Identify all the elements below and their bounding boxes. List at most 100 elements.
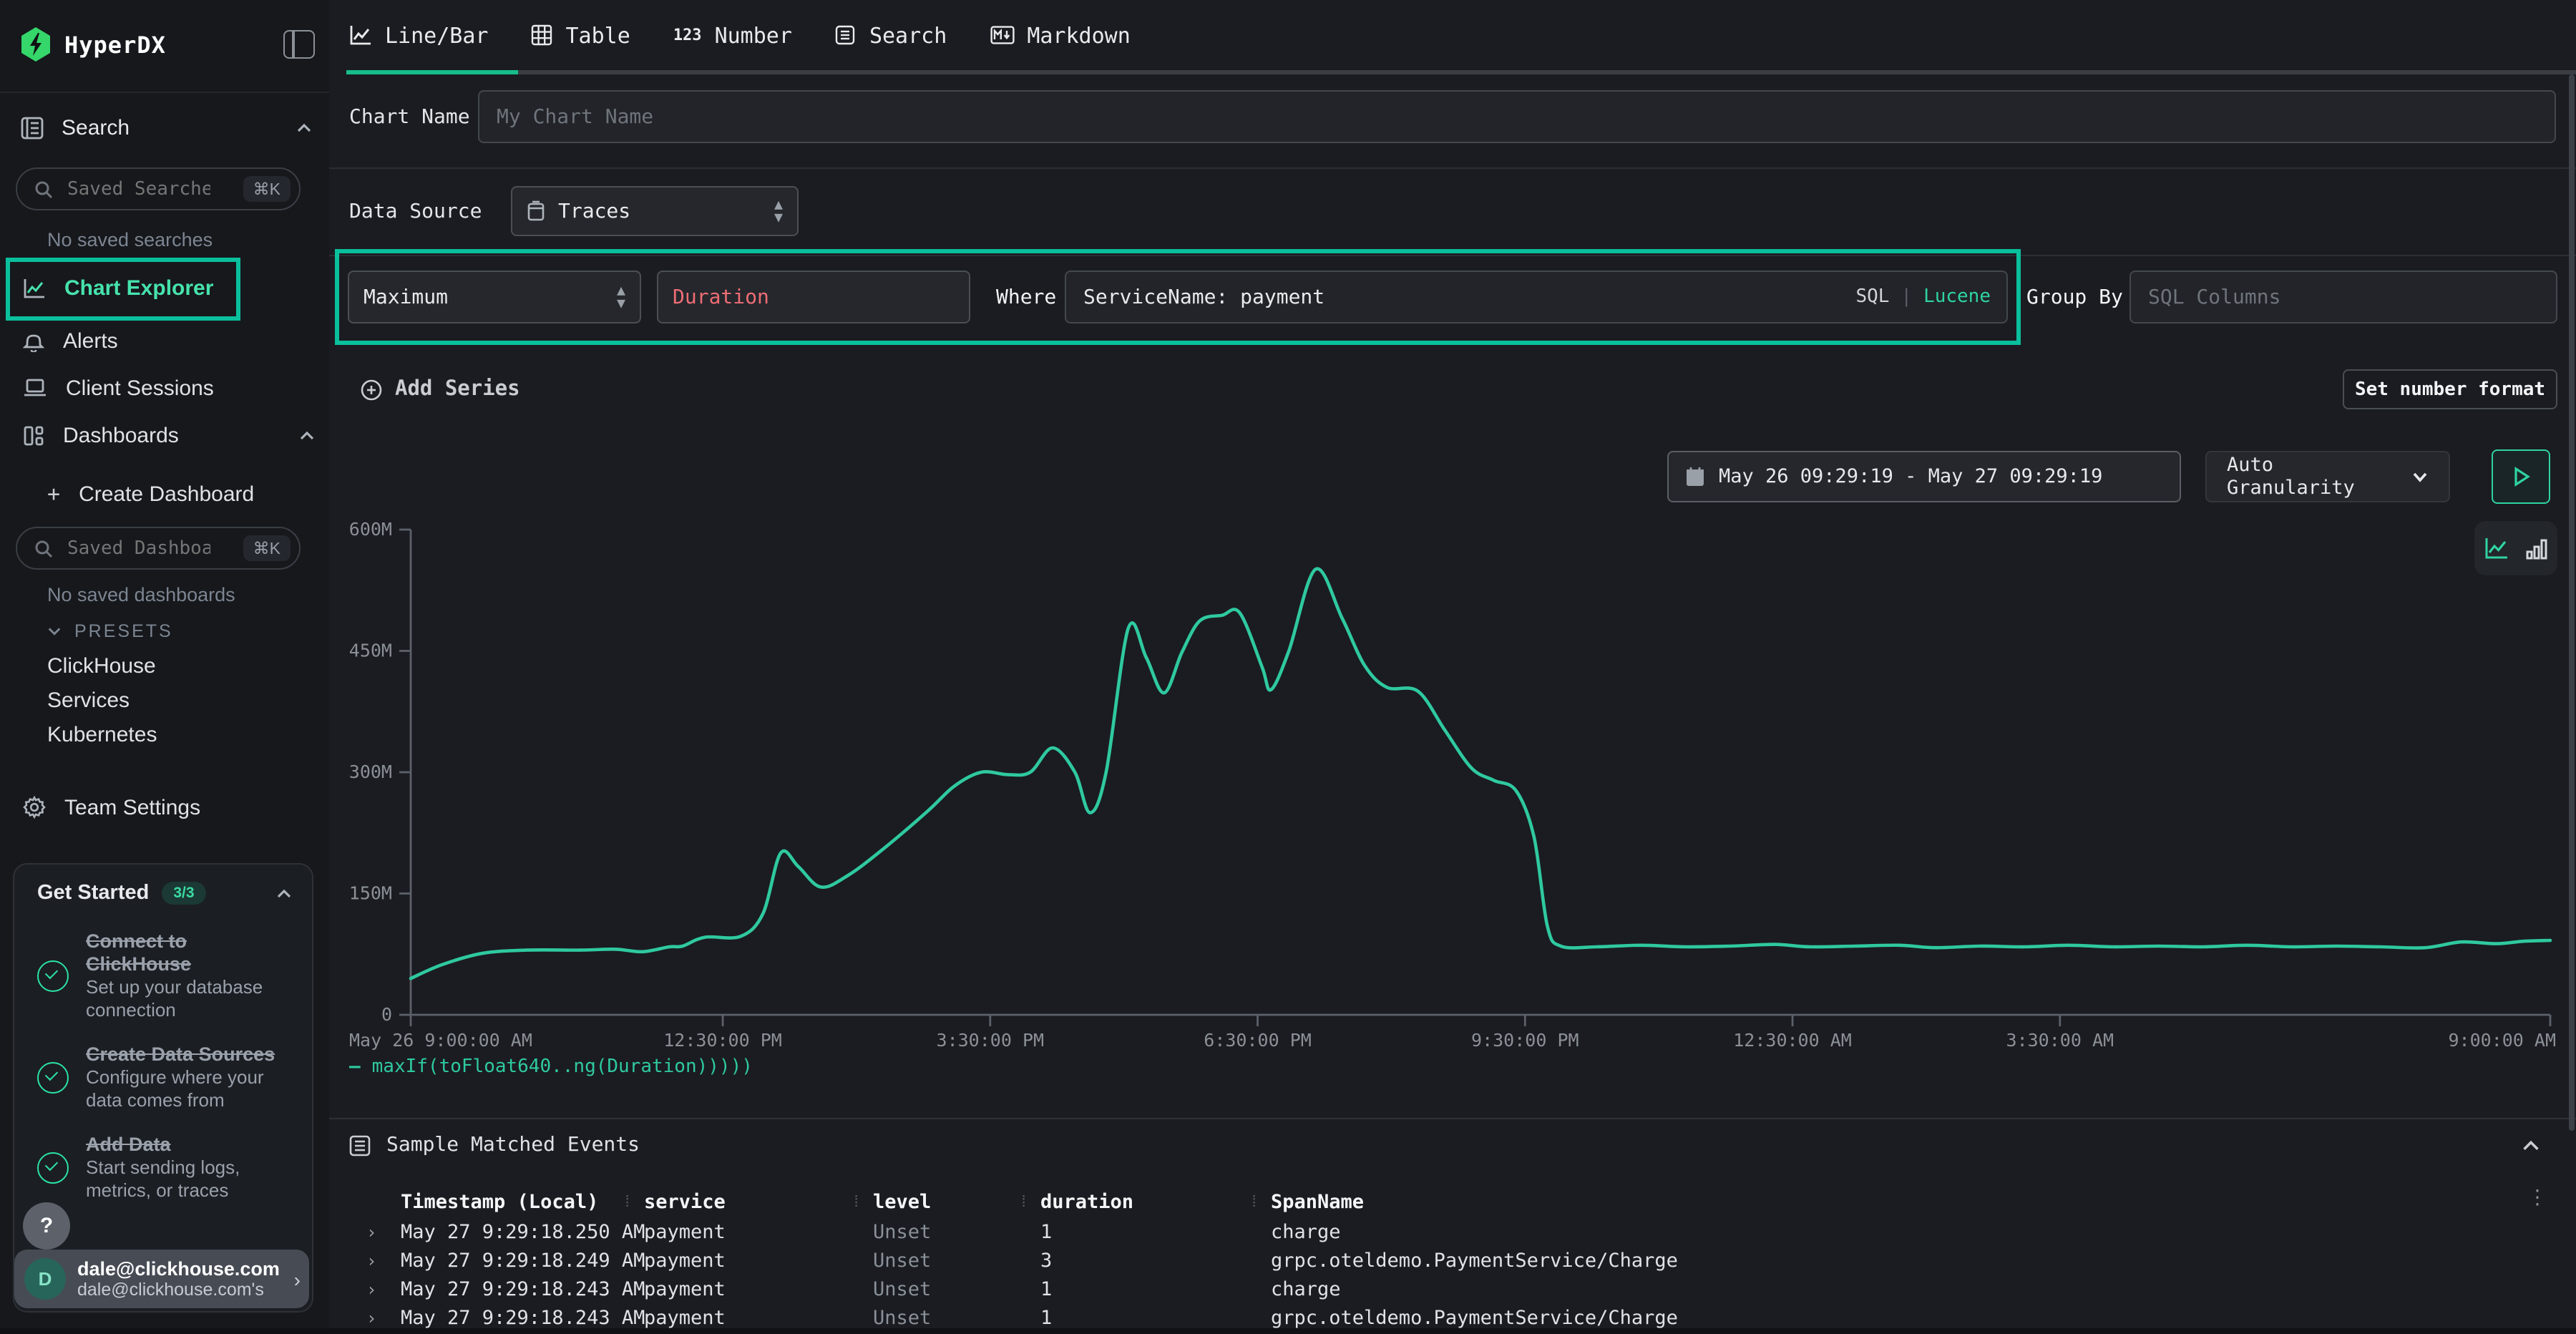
get-started-item-connect-to-clickhouse[interactable]: Connect to ClickHouseSet up your databas… [14, 919, 312, 1032]
tab-search[interactable]: Search [835, 22, 947, 48]
avatar: D [24, 1258, 66, 1300]
chart-name-label: Chart Name [349, 106, 470, 129]
shortcut-badge: ⌘K [243, 176, 291, 202]
calendar-icon [1686, 467, 1704, 487]
saved-dashboards-input[interactable]: ⌘K [16, 527, 301, 570]
tab-markdown[interactable]: Markdown [990, 22, 1131, 48]
presets-section-toggle[interactable]: PRESETS [47, 621, 173, 641]
search-icon [34, 180, 53, 198]
cell-level: Unset [873, 1278, 931, 1301]
cell-span_name: charge [1271, 1278, 1341, 1301]
cell-duration: 1 [1040, 1307, 1052, 1330]
event-row[interactable]: ›May 27 9:29:18.249 AMpaymentUnset3grpc.… [329, 1248, 2556, 1277]
search-doc-icon [835, 24, 857, 46]
expand-row-icon[interactable]: › [366, 1308, 376, 1328]
get-started-item-add-data[interactable]: Add DataStart sending logs, metrics, or … [14, 1122, 312, 1212]
divider [329, 167, 2576, 169]
tab-label: Line/Bar [385, 22, 489, 48]
events-panel-header[interactable]: Sample Matched Events [349, 1134, 640, 1157]
collapse-panel-icon[interactable] [2522, 1136, 2540, 1155]
table-options-icon[interactable]: ⋮ [2527, 1194, 2547, 1202]
cell-service: payment [644, 1307, 726, 1330]
timeseries-chart[interactable]: 0150M300M450M600MMay 26 9:00:00 AM12:30:… [329, 508, 2576, 1073]
cell-level: Unset [873, 1250, 931, 1272]
preset-item-clickhouse[interactable]: ClickHouse [47, 654, 156, 678]
tab-number[interactable]: 123Number [673, 22, 792, 48]
group-by-input[interactable] [2129, 271, 2557, 323]
sidebar-item-team-settings[interactable]: Team Settings [23, 787, 315, 827]
collapse-sidebar-icon[interactable] [283, 30, 315, 59]
event-row[interactable]: ›May 27 9:29:18.243 AMpaymentUnset1grpc.… [329, 1305, 2556, 1334]
create-dashboard-button[interactable]: + Create Dashboard [47, 474, 315, 514]
x-axis-tick-label: 12:30:00 PM [663, 1030, 782, 1051]
sidebar-search-label: Search [62, 115, 130, 140]
laptop-icon [23, 378, 47, 398]
event-row[interactable]: ›May 27 9:29:18.250 AMpaymentUnset1charg… [329, 1219, 2556, 1248]
column-header-service[interactable]: service [644, 1191, 726, 1214]
sidebar-section-search[interactable]: Search [20, 107, 312, 147]
saved-searches-input[interactable]: ⌘K [16, 167, 301, 210]
cell-timestamp: May 27 9:29:18.243 AM [401, 1278, 645, 1301]
view-tabs: Line/Bar Table 123Number Search Markdown [349, 0, 1131, 70]
divider [329, 1118, 2576, 1119]
column-drag-handle-icon[interactable]: ⁞ [1019, 1192, 1027, 1212]
column-header-level[interactable]: level [873, 1191, 931, 1214]
app-title: HyperDX [64, 31, 166, 58]
help-button[interactable]: ? [23, 1202, 70, 1250]
annotation-highlight-chart-explorer [6, 258, 240, 321]
shortcut-badge: ⌘K [243, 535, 291, 561]
column-drag-handle-icon[interactable]: ⁞ [1249, 1192, 1257, 1212]
sidebar: HyperDX Search ⌘K No saved searches [0, 0, 331, 1328]
get-started-item-text: Create Data SourcesConfigure where your … [86, 1043, 292, 1112]
expand-row-icon[interactable]: › [366, 1251, 376, 1271]
saved-searches-field[interactable] [64, 177, 213, 201]
data-source-select[interactable]: Traces ▲▼ [511, 186, 799, 236]
user-subtitle: dale@clickhouse.com's [77, 1279, 280, 1300]
plus-icon: + [47, 481, 60, 507]
sidebar-item-dashboards[interactable]: Dashboards [23, 415, 315, 455]
run-query-button[interactable] [2492, 449, 2550, 504]
app-logo[interactable]: HyperDX [20, 20, 315, 69]
add-series-label: Add Series [395, 378, 520, 401]
column-header-spanname[interactable]: SpanName [1271, 1191, 1364, 1214]
cell-level: Unset [873, 1307, 931, 1330]
event-row[interactable]: ›May 27 9:29:18.243 AMpaymentUnset1charg… [329, 1277, 2556, 1305]
search-icon [34, 539, 53, 558]
granularity-select[interactable]: Auto Granularity [2205, 451, 2450, 502]
journal-icon [20, 115, 44, 140]
bell-icon [23, 329, 44, 352]
database-icon [527, 200, 545, 222]
column-header-timestamp-local[interactable]: Timestamp (Local) [401, 1191, 598, 1214]
preset-item-services[interactable]: Services [47, 688, 130, 713]
user-menu[interactable]: D dale@clickhouse.com dale@clickhouse.co… [14, 1250, 309, 1308]
expand-row-icon[interactable]: › [366, 1222, 376, 1242]
tab-line-bar[interactable]: Line/Bar [349, 22, 489, 48]
get-started-item-description: Configure where your data comes from [86, 1066, 292, 1112]
sidebar-item-client-sessions[interactable]: Client Sessions [23, 368, 315, 408]
get-started-item-create-data-sources[interactable]: Create Data SourcesConfigure where your … [14, 1032, 312, 1122]
tab-label: Search [869, 22, 947, 48]
chevron-up-icon[interactable] [276, 885, 292, 901]
column-header-duration[interactable]: duration [1040, 1191, 1133, 1214]
sidebar-item-alerts[interactable]: Alerts [23, 321, 315, 361]
chart-name-input[interactable] [478, 90, 2556, 143]
line-chart-icon [349, 24, 372, 46]
expand-row-icon[interactable]: › [366, 1280, 376, 1300]
saved-dashboards-field[interactable] [64, 536, 213, 560]
add-series-button[interactable]: Add Series [361, 378, 520, 401]
tab-table[interactable]: Table [532, 22, 630, 48]
scrollbar[interactable] [2569, 74, 2575, 1131]
sidebar-item-label: Dashboards [63, 423, 179, 447]
column-drag-handle-icon[interactable]: ⁞ [623, 1192, 630, 1212]
preset-item-kubernetes[interactable]: Kubernetes [47, 723, 157, 747]
chevron-up-icon [296, 120, 312, 135]
date-range-picker[interactable]: May 26 09:29:19 - May 27 09:29:19 [1667, 451, 2181, 502]
number-icon: 123 [673, 26, 702, 44]
date-range-value: May 26 09:29:19 - May 27 09:29:19 [1719, 465, 2102, 488]
no-saved-dashboards-note: No saved dashboards [47, 584, 235, 605]
tabbar-divider [346, 70, 2576, 74]
set-number-format-button[interactable]: Set number format [2343, 369, 2557, 409]
user-email: dale@clickhouse.com [77, 1257, 280, 1279]
main-content: Line/Bar Table 123Number Search Markdown Cha… [329, 0, 2576, 1328]
column-drag-handle-icon[interactable]: ⁞ [852, 1192, 859, 1212]
